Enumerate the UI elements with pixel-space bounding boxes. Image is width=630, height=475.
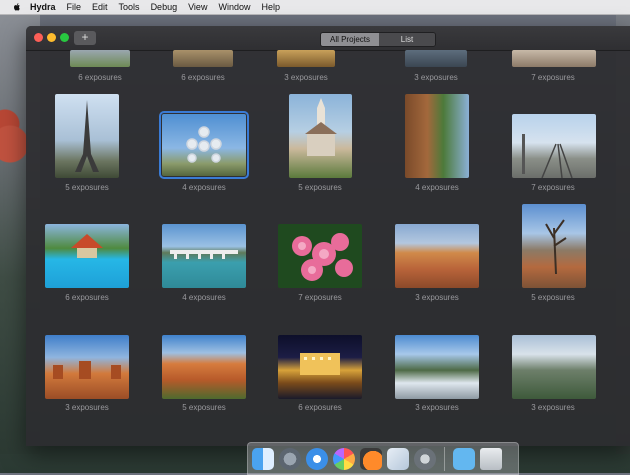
- menu-view[interactable]: View: [188, 2, 207, 12]
- add-project-button[interactable]: +: [74, 31, 96, 45]
- menu-help[interactable]: Help: [261, 2, 280, 12]
- project-thumbnail[interactable]: [278, 224, 362, 288]
- project-caption: 3 exposures: [531, 403, 575, 412]
- project-caption: 5 exposures: [531, 293, 575, 302]
- menu-file[interactable]: File: [67, 2, 82, 12]
- apple-icon[interactable]: [12, 2, 22, 12]
- project-thumbnail[interactable]: [45, 224, 129, 288]
- project-thumbnail[interactable]: [173, 50, 233, 67]
- view-mode-control: All Projects List: [320, 32, 436, 47]
- project-caption: 5 exposures: [65, 183, 109, 192]
- project-caption: 6 exposures: [181, 73, 225, 82]
- project-caption: 3 exposures: [414, 73, 458, 82]
- eiffel-tower-icon: [75, 100, 99, 172]
- project-thumbnail[interactable]: [70, 50, 130, 67]
- hotel-icon: [300, 353, 340, 375]
- flowers-icon: [292, 233, 353, 281]
- photos-icon[interactable]: [333, 447, 355, 470]
- project-thumbnail[interactable]: [162, 224, 246, 288]
- menu-debug[interactable]: Debug: [151, 2, 178, 12]
- project-thumbnail[interactable]: [55, 94, 119, 178]
- close-button[interactable]: [34, 33, 43, 42]
- downloads-folder-icon[interactable]: [453, 447, 475, 470]
- project-thumbnail[interactable]: [405, 50, 467, 67]
- menu-window[interactable]: Window: [218, 2, 250, 12]
- project-thumbnail[interactable]: [162, 335, 246, 399]
- project-caption: 7 exposures: [531, 73, 575, 82]
- trash-icon[interactable]: [480, 447, 502, 470]
- project-thumbnail[interactable]: [278, 335, 362, 399]
- project-thumbnail[interactable]: [405, 94, 469, 178]
- menu-bar: Hydra File Edit Tools Debug View Window …: [0, 0, 630, 15]
- dock: [247, 442, 519, 475]
- pool-icon: [71, 234, 103, 258]
- project-thumbnail[interactable]: [395, 224, 479, 288]
- railway-icon: [522, 134, 573, 178]
- project-thumbnail-selected[interactable]: [159, 111, 249, 179]
- project-caption: 3 exposures: [284, 73, 328, 82]
- project-thumbnail[interactable]: [522, 204, 586, 288]
- menu-app-name[interactable]: Hydra: [30, 2, 56, 12]
- hydra-icon[interactable]: [360, 447, 382, 470]
- project-caption: 5 exposures: [298, 183, 342, 192]
- project-caption: 3 exposures: [415, 403, 459, 412]
- project-thumbnail[interactable]: [289, 94, 352, 178]
- launchpad-icon[interactable]: [279, 447, 301, 470]
- project-caption: 4 exposures: [182, 293, 226, 302]
- project-caption: 7 exposures: [531, 183, 575, 192]
- zoom-button[interactable]: [60, 33, 69, 42]
- atomium-icon: [186, 126, 222, 163]
- project-thumbnail[interactable]: [395, 335, 479, 399]
- menu-tools[interactable]: Tools: [119, 2, 140, 12]
- preview-icon[interactable]: [387, 447, 409, 470]
- project-thumbnail[interactable]: [277, 50, 335, 67]
- minimize-button[interactable]: [47, 33, 56, 42]
- project-caption: 4 exposures: [182, 183, 226, 192]
- project-caption: 5 exposures: [182, 403, 226, 412]
- project-caption: 6 exposures: [78, 73, 122, 82]
- tab-all-projects[interactable]: All Projects: [321, 33, 379, 46]
- finder-icon[interactable]: [252, 447, 274, 470]
- monument-valley-icon: [53, 361, 121, 379]
- safari-icon[interactable]: [306, 447, 328, 470]
- dock-separator: [444, 446, 445, 471]
- project-thumbnail[interactable]: [512, 114, 596, 178]
- project-grid: 6 exposures 6 exposures 3 exposures 3 ex…: [26, 50, 630, 446]
- church-icon: [305, 98, 337, 156]
- project-caption: 6 exposures: [298, 403, 342, 412]
- project-caption: 6 exposures: [65, 293, 109, 302]
- project-caption: 4 exposures: [415, 183, 459, 192]
- project-thumbnail[interactable]: [45, 335, 129, 399]
- project-thumbnail[interactable]: [512, 50, 596, 67]
- project-caption: 3 exposures: [415, 293, 459, 302]
- tab-list[interactable]: List: [379, 33, 435, 46]
- menu-edit[interactable]: Edit: [92, 2, 108, 12]
- bridge-icon: [170, 250, 238, 259]
- window-titlebar: + All Projects List: [26, 26, 630, 51]
- project-thumbnail[interactable]: [512, 335, 596, 399]
- system-preferences-icon[interactable]: [414, 447, 436, 470]
- project-caption: 7 exposures: [298, 293, 342, 302]
- tree-icon: [545, 219, 567, 275]
- project-caption: 3 exposures: [65, 403, 109, 412]
- hydra-window: + All Projects List 6 exposures 6 exposu…: [26, 26, 630, 446]
